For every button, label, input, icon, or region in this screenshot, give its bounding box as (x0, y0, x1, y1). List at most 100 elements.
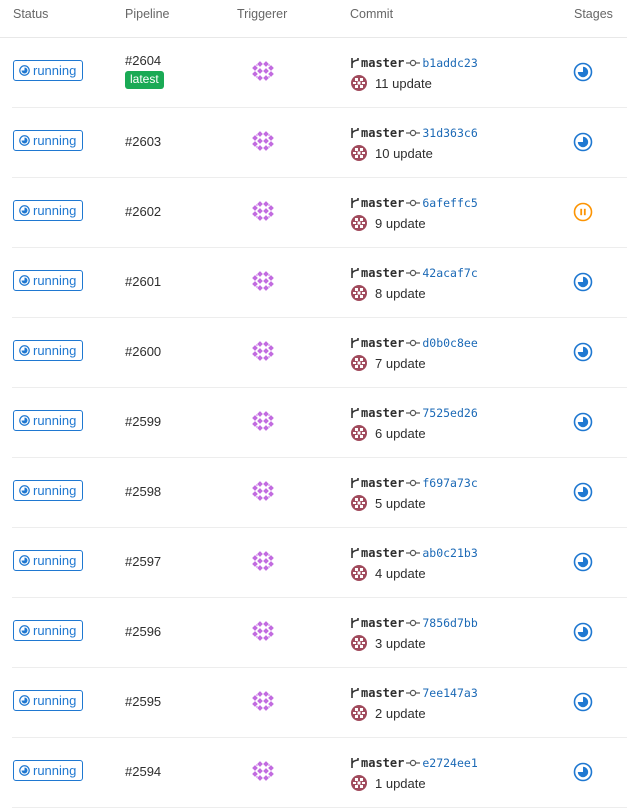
branch-link[interactable]: master (361, 616, 404, 630)
status-running-badge[interactable]: running (13, 340, 83, 361)
status-running-badge[interactable]: running (13, 620, 83, 641)
commit-sha-link[interactable]: b1addc23 (422, 56, 477, 70)
commit-message-link[interactable]: 5 update (375, 496, 426, 511)
stage-button[interactable] (573, 132, 593, 152)
stage-button[interactable] (573, 412, 593, 432)
branch-link[interactable]: master (361, 756, 404, 770)
status-running-icon (19, 695, 30, 706)
commit-message-link[interactable]: 4 update (375, 566, 426, 581)
status-running-badge[interactable]: running (13, 200, 83, 221)
author-avatar[interactable] (351, 215, 367, 231)
stage-button[interactable] (573, 272, 593, 292)
status-running-badge[interactable]: running (13, 550, 83, 571)
pipeline-id-link[interactable]: #2597 (125, 554, 161, 569)
pipeline-id-link[interactable]: #2600 (125, 344, 161, 359)
commit-message-link[interactable]: 7 update (375, 356, 426, 371)
commit-message-link[interactable]: 6 update (375, 426, 426, 441)
stage-button[interactable] (573, 692, 593, 712)
status-running-badge[interactable]: running (13, 410, 83, 431)
commit-sha-link[interactable]: 7ee147a3 (422, 686, 477, 700)
commit-sha-link[interactable]: 42acaf7c (422, 266, 477, 280)
author-avatar[interactable] (351, 425, 367, 441)
status-running-icon (19, 485, 30, 496)
triggerer-avatar[interactable] (252, 620, 274, 642)
triggerer-avatar[interactable] (252, 130, 274, 152)
branch-icon (351, 688, 359, 698)
author-avatar[interactable] (351, 495, 367, 511)
branch-link[interactable]: master (361, 546, 404, 560)
stage-button[interactable] (573, 482, 593, 502)
branch-link[interactable]: master (361, 406, 404, 420)
pipeline-id-link[interactable]: #2604 (125, 53, 161, 68)
author-avatar[interactable] (351, 775, 367, 791)
status-running-badge[interactable]: running (13, 270, 83, 291)
triggerer-avatar[interactable] (252, 200, 274, 222)
stage-running-icon (573, 692, 593, 712)
pipeline-id-link[interactable]: #2596 (125, 624, 161, 639)
commit-message-link[interactable]: 11 update (375, 76, 432, 91)
commit-sha-link[interactable]: 31d363c6 (422, 126, 477, 140)
branch-link[interactable]: master (361, 56, 404, 70)
pipeline-id-link[interactable]: #2599 (125, 414, 161, 429)
commit-icon (406, 759, 421, 767)
commit-sha-link[interactable]: 6afeffc5 (422, 196, 477, 210)
status-label: running (33, 413, 77, 428)
commit-ref: master 7525ed26 (350, 406, 478, 420)
triggerer-avatar[interactable] (252, 760, 274, 782)
triggerer-avatar[interactable] (252, 410, 274, 432)
triggerer-avatar[interactable] (252, 480, 274, 502)
commit-icon (406, 129, 421, 137)
branch-link[interactable]: master (361, 686, 404, 700)
commit-message-link[interactable]: 8 update (375, 286, 426, 301)
triggerer-avatar[interactable] (252, 60, 274, 82)
author-avatar[interactable] (351, 145, 367, 161)
status-running-badge[interactable]: running (13, 480, 83, 501)
commit-sha-link[interactable]: 7525ed26 (422, 406, 477, 420)
branch-link[interactable]: master (361, 196, 404, 210)
triggerer-avatar[interactable] (252, 550, 274, 572)
commit-sha-link[interactable]: d0b0c8ee (422, 336, 477, 350)
status-running-badge[interactable]: running (13, 130, 83, 151)
commit-sha-link[interactable]: e2724ee1 (422, 756, 477, 770)
branch-link[interactable]: master (361, 126, 404, 140)
branch-link[interactable]: master (361, 266, 404, 280)
pipeline-id-link[interactable]: #2594 (125, 764, 161, 779)
commit-sha-link[interactable]: f697a73c (422, 476, 477, 490)
status-running-badge[interactable]: running (13, 760, 83, 781)
stage-button[interactable] (573, 622, 593, 642)
commit-icon (406, 479, 421, 487)
commit-message-link[interactable]: 10 update (375, 146, 433, 161)
author-avatar[interactable] (351, 355, 367, 371)
commit-ref: master b1addc23 (350, 56, 478, 70)
pipeline-id-link[interactable]: #2602 (125, 204, 161, 219)
author-avatar[interactable] (351, 705, 367, 721)
stage-button[interactable] (573, 552, 593, 572)
branch-link[interactable]: master (361, 476, 404, 490)
triggerer-avatar[interactable] (252, 690, 274, 712)
stage-button[interactable] (573, 342, 593, 362)
author-avatar[interactable] (351, 75, 367, 91)
commit-sha-link[interactable]: 7856d7bb (422, 616, 477, 630)
triggerer-avatar[interactable] (252, 340, 274, 362)
author-avatar[interactable] (351, 565, 367, 581)
pipeline-id-link[interactable]: #2595 (125, 694, 161, 709)
commit-message-link[interactable]: 3 update (375, 636, 426, 651)
pipeline-row: running #2599 master 7525ed26 6 update (12, 388, 627, 458)
pipeline-id-link[interactable]: #2598 (125, 484, 161, 499)
author-avatar[interactable] (351, 285, 367, 301)
author-avatar[interactable] (351, 635, 367, 651)
triggerer-avatar[interactable] (252, 270, 274, 292)
stage-button[interactable] (573, 202, 593, 222)
pipeline-id-link[interactable]: #2603 (125, 134, 161, 149)
status-running-badge[interactable]: running (13, 60, 83, 81)
branch-link[interactable]: master (361, 336, 404, 350)
commit-sha-link[interactable]: ab0c21b3 (422, 546, 477, 560)
stage-button[interactable] (573, 62, 593, 82)
commit-message-link[interactable]: 2 update (375, 706, 426, 721)
status-label: running (33, 693, 77, 708)
status-running-badge[interactable]: running (13, 690, 83, 711)
stage-button[interactable] (573, 762, 593, 782)
pipeline-id-link[interactable]: #2601 (125, 274, 161, 289)
commit-message-link[interactable]: 9 update (375, 216, 426, 231)
commit-message-link[interactable]: 1 update (375, 776, 426, 791)
